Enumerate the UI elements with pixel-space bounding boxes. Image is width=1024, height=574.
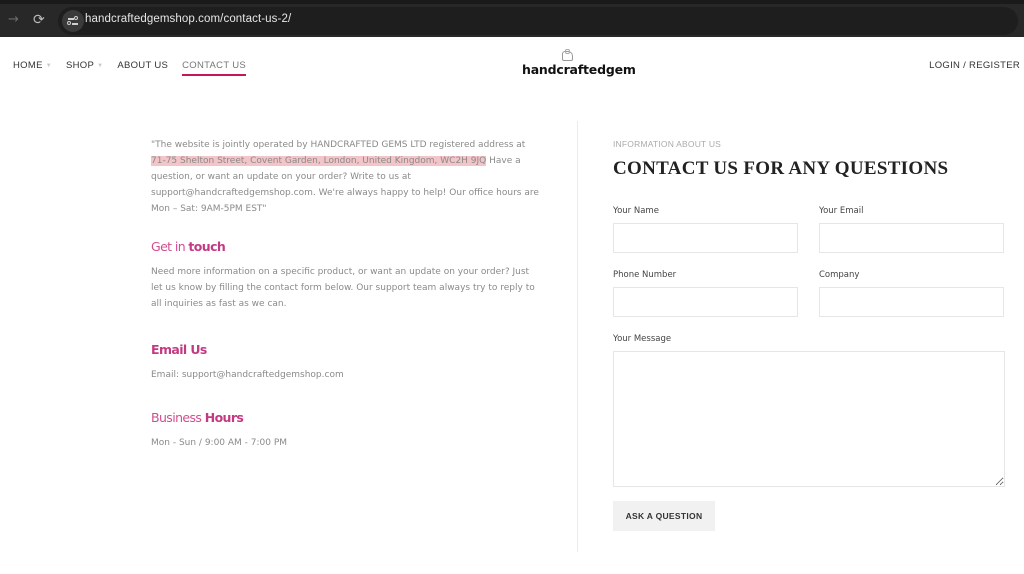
highlighted-address: 71-75 Shelton Street, Covent Garden, Lon… xyxy=(151,156,487,166)
logo-mark-icon xyxy=(562,49,573,61)
get-in-touch-body: Need more information on a specific prod… xyxy=(151,267,535,309)
site-header: HOME ▼ SHOP ▼ ABOUT US CONTACT US handcraf… xyxy=(0,37,1024,97)
your-name-label: Your Name xyxy=(613,206,659,216)
company-input[interactable] xyxy=(819,287,1004,317)
logo-text: handcraftedgem xyxy=(522,62,636,77)
nav-item-contact-us[interactable]: CONTACT US xyxy=(182,60,246,76)
email-body: Email: support@handcraftedgemshop.com xyxy=(151,370,344,380)
ask-a-question-button[interactable]: ASK A QUESTION xyxy=(613,501,715,531)
heading-light: Get in xyxy=(151,239,189,254)
your-message-textarea[interactable] xyxy=(613,351,1005,487)
browser-toolbar: → ⟳ handcraftedgemshop.com/contact-us-2/ xyxy=(0,0,1024,37)
phone-number-input[interactable] xyxy=(613,287,798,317)
phone-number-label: Phone Number xyxy=(613,270,677,280)
nav-item-about-us[interactable]: ABOUT US xyxy=(117,60,168,71)
business-hours-heading: Business Hours xyxy=(151,410,541,425)
url-text[interactable]: handcraftedgemshop.com/contact-us-2/ xyxy=(85,13,291,25)
your-email-label: Your Email xyxy=(819,206,864,216)
chevron-down-icon: ▼ xyxy=(45,62,52,69)
forward-arrow-icon[interactable]: → xyxy=(8,11,19,29)
your-message-label: Your Message xyxy=(613,334,672,344)
site-logo[interactable]: handcraftedgem xyxy=(522,49,636,80)
login-register-link[interactable]: LOGIN / REGISTER xyxy=(929,60,1020,71)
nav-item-shop[interactable]: SHOP ▼ xyxy=(66,60,103,71)
nav-label: HOME xyxy=(13,60,43,71)
nav-label: SHOP xyxy=(65,60,95,71)
get-in-touch-heading: Get in touch xyxy=(151,239,541,254)
contact-info-column: "The website is jointly operated by HAND… xyxy=(151,137,541,451)
nav-item-home[interactable]: HOME ▼ xyxy=(13,60,52,71)
nav-label: CONTACT US xyxy=(182,60,246,71)
intro-paragraph: "The website is jointly operated by HAND… xyxy=(151,137,541,217)
heading-bold: Hours xyxy=(204,410,244,425)
reload-icon[interactable]: ⟳ xyxy=(33,11,45,29)
address-bar[interactable]: handcraftedgemshop.com/contact-us-2/ xyxy=(58,7,1018,35)
your-name-input[interactable] xyxy=(613,223,798,253)
chevron-down-icon: ▼ xyxy=(97,62,104,69)
intro-text: "The website is jointly operated by HAND… xyxy=(151,140,526,150)
form-title: CONTACT US FOR ANY QUESTIONS xyxy=(613,158,949,179)
email-us-heading: Email Us xyxy=(151,342,207,357)
heading-bold: touch xyxy=(188,239,226,254)
business-hours-body: Mon - Sun / 9:00 AM - 7:00 PM xyxy=(151,438,288,448)
your-email-input[interactable] xyxy=(819,223,1004,253)
form-eyebrow: INFORMATION ABOUT US xyxy=(613,139,722,149)
nav-label: ABOUT US xyxy=(117,60,169,71)
company-label: Company xyxy=(819,270,860,280)
main-nav: HOME ▼ SHOP ▼ ABOUT US CONTACT US xyxy=(13,60,260,76)
contact-form: INFORMATION ABOUT US CONTACT US FOR ANY … xyxy=(613,139,1005,531)
heading-light: Business xyxy=(151,410,205,425)
column-divider xyxy=(577,121,578,552)
site-info-icon[interactable] xyxy=(62,10,84,32)
